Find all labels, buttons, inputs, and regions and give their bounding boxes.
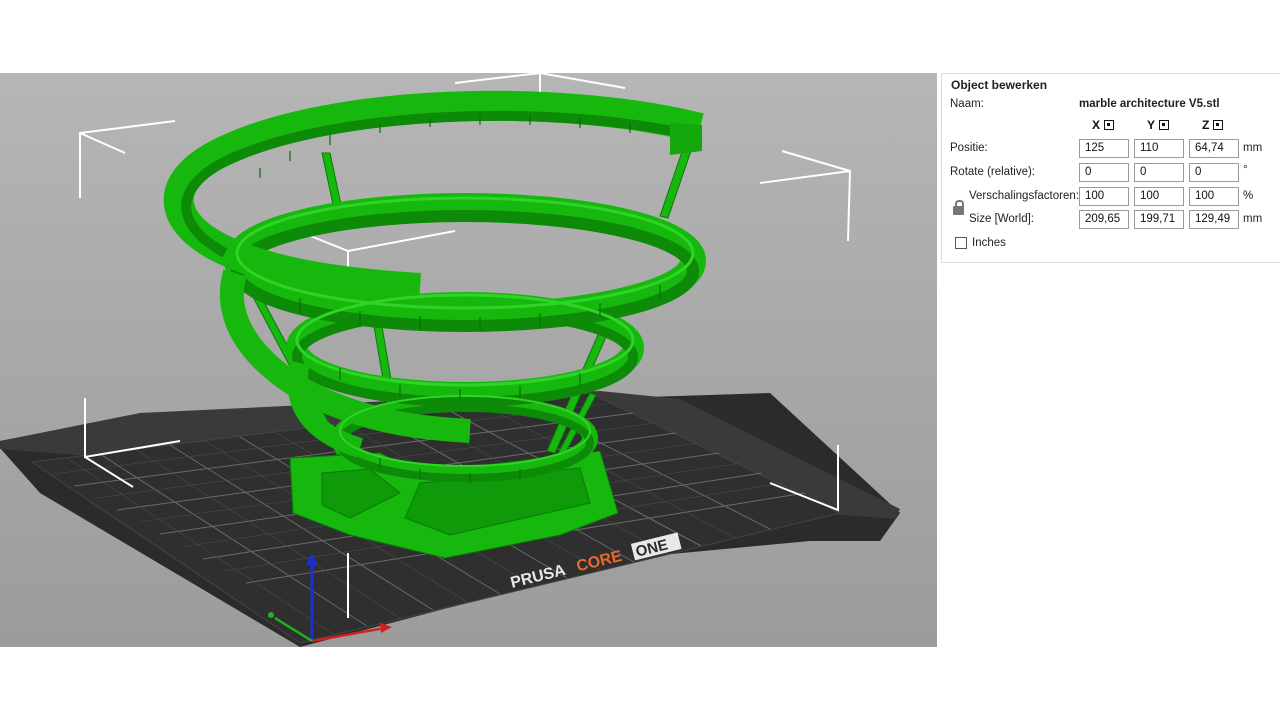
inches-checkbox[interactable] [955,237,967,249]
object-manipulation-panel: Object bewerken Naam: marble architectur… [941,73,1280,263]
position-x-field[interactable]: 125 [1079,139,1129,158]
object-name: marble architecture V5.stl [1079,98,1220,110]
size-y-field[interactable]: 199,71 [1134,210,1184,229]
size-z-field[interactable]: 129,49 [1189,210,1239,229]
position-unit: mm [1243,142,1263,154]
lock-icon[interactable] [953,200,964,215]
position-label: Positie: [950,142,988,154]
size-unit: mm [1243,213,1263,225]
rotate-label: Rotate (relative): [950,166,1036,178]
name-label: Naam: [950,98,984,110]
size-x-field[interactable]: 209,65 [1079,210,1129,229]
panel-title: Object bewerken [951,78,1048,92]
size-label: Size [World]: [969,213,1034,225]
axis-y-icon [1159,120,1170,130]
axis-z-header: Z [1202,118,1224,132]
scale-unit: % [1243,190,1254,202]
axis-y-header: Y [1147,118,1170,132]
axis-z-icon [1213,120,1224,130]
axis-x-icon [1104,120,1115,130]
scale-z-field[interactable]: 100 [1189,187,1239,206]
3d-viewport[interactable]: PRUSA CORE ONE [0,73,937,647]
position-z-field[interactable]: 64,74 [1189,139,1239,158]
inches-label: Inches [972,237,1006,249]
scale-y-field[interactable]: 100 [1134,187,1184,206]
scale-label: Verschalingsfactoren: [969,190,1079,202]
axis-x-header: X [1092,118,1115,132]
position-y-field[interactable]: 110 [1134,139,1184,158]
rotate-y-field[interactable]: 0 [1134,163,1184,182]
rotate-z-field[interactable]: 0 [1189,163,1239,182]
rotate-unit: ° [1243,164,1248,176]
scale-x-field[interactable]: 100 [1079,187,1129,206]
scene-canvas: PRUSA CORE ONE [0,73,900,647]
rotate-x-field[interactable]: 0 [1079,163,1129,182]
